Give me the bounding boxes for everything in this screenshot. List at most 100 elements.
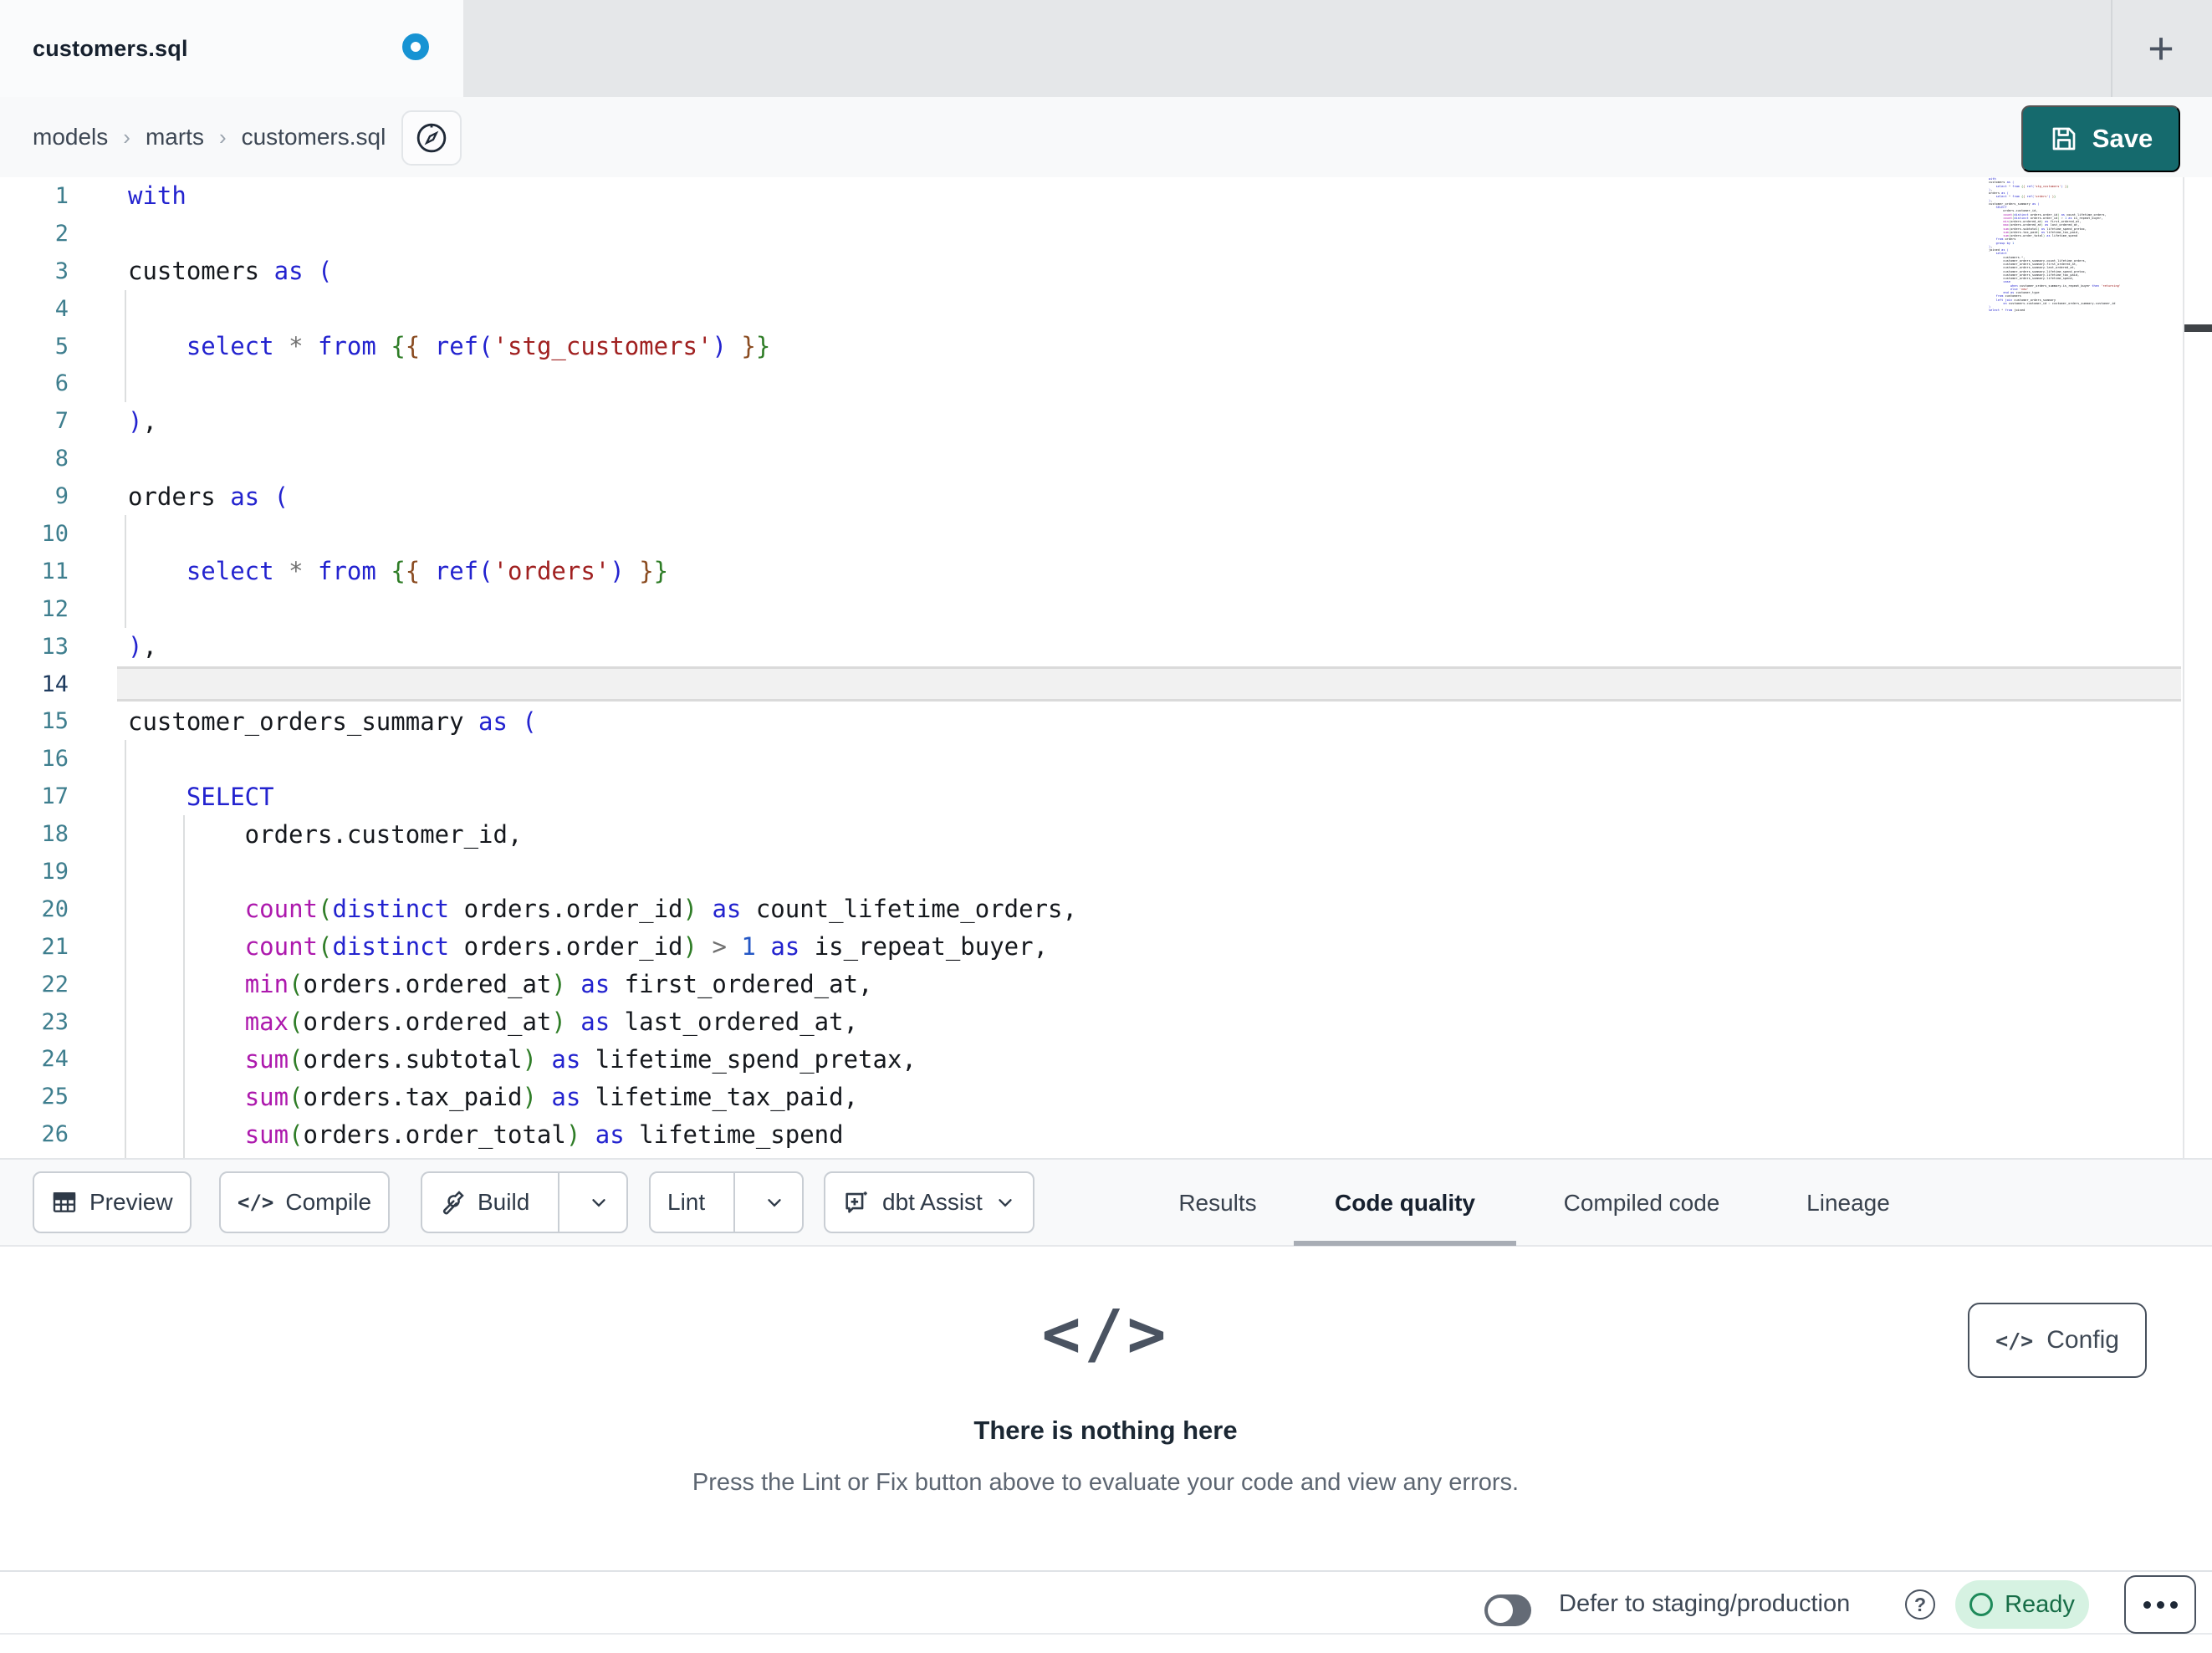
line-number: 23 (41, 1008, 69, 1035)
file-explore-button[interactable] (401, 110, 462, 166)
code-quality-panel: </> There is nothing here Press the Lint… (0, 1247, 2212, 1570)
dot-icon (2143, 1600, 2151, 1609)
code-line[interactable]: 13), (0, 628, 2212, 666)
line-number: 7 (54, 408, 69, 435)
indent-guide (125, 552, 126, 590)
breadcrumb-item-file: customers.sql (241, 124, 386, 150)
defer-toggle[interactable] (1484, 1594, 1531, 1626)
build-dropdown-button[interactable] (571, 1173, 626, 1232)
code-line-content: select * from {{ ref('stg_customers') }} (87, 327, 2212, 365)
code-line[interactable]: 10 (0, 515, 2212, 553)
line-number: 10 (41, 520, 69, 547)
breadcrumb-item-models[interactable]: models (33, 124, 108, 151)
breadcrumb-item-marts[interactable]: marts (146, 124, 204, 151)
wrench-icon (439, 1189, 466, 1216)
code-line[interactable]: 21 count(distinct orders.order_id) > 1 a… (0, 927, 2212, 966)
line-number: 5 (54, 333, 69, 360)
dot-icon (2169, 1600, 2178, 1609)
tab-results[interactable]: Results (1178, 1160, 1256, 1247)
code-line[interactable]: 20 count(distinct orders.order_id) as co… (0, 890, 2212, 928)
compile-button[interactable]: </> Compile (219, 1171, 391, 1233)
code-brackets-icon: </> (1995, 1328, 2034, 1353)
code-line-content (87, 440, 2212, 477)
code-line[interactable]: 11 select * from {{ ref('orders') }} (0, 552, 2212, 590)
chevron-down-icon (588, 1191, 610, 1213)
code-line[interactable]: 3 customers as ( (0, 253, 2212, 290)
chevron-down-icon (994, 1191, 1016, 1213)
line-number: 3 (54, 258, 69, 284)
code-line[interactable]: 17 SELECT (0, 778, 2212, 816)
code-line[interactable]: 2 (0, 215, 2212, 253)
dbt-assist-button[interactable]: dbt Assist (824, 1171, 1034, 1233)
unsaved-changes-dot-icon (402, 33, 429, 60)
code-line-content: SELECT (87, 778, 2212, 816)
code-line[interactable]: 4 (0, 289, 2212, 328)
ready-circle-icon (1969, 1593, 1994, 1616)
table-grid-icon (51, 1189, 78, 1216)
line-number: 14 (41, 671, 69, 697)
lint-dropdown-button[interactable] (747, 1173, 802, 1232)
indent-guide (182, 853, 185, 890)
code-line[interactable]: 12 (0, 589, 2212, 628)
minimap-content: with customers as ( select * from {{ ref(… (1989, 177, 2121, 313)
chevron-down-icon (764, 1191, 785, 1213)
editor-scrollbar-thumb[interactable] (2184, 324, 2212, 332)
code-line[interactable]: 23 max(orders.ordered_at) as last_ordere… (0, 1003, 2212, 1041)
code-line[interactable]: 19 (0, 853, 2212, 890)
indent-guide (125, 815, 126, 854)
indent-guide (125, 1003, 126, 1041)
code-line[interactable]: 16 (0, 740, 2212, 778)
editor-toolbar: Preview </> Compile Build Lint dbt Assis… (0, 1158, 2212, 1247)
code-line-content (87, 515, 2212, 553)
breadcrumb: models › marts › customers.sql (33, 97, 386, 177)
code-line-content (87, 666, 2212, 703)
code-line-content: sum(orders.subtotal) as lifetime_spend_p… (87, 1040, 2212, 1079)
tab-bar-divider (2111, 0, 2112, 97)
code-line[interactable]: 9 orders as ( (0, 477, 2212, 515)
tab-lineage[interactable]: Lineage (1806, 1160, 1890, 1247)
build-button-label: Build (478, 1189, 530, 1215)
line-number: 1 (54, 182, 69, 209)
code-line[interactable]: 1 with (0, 177, 2212, 215)
editor-minimap[interactable]: with customers as ( select * from {{ ref(… (1989, 177, 2179, 376)
indent-guide (125, 965, 126, 1003)
line-number: 8 (54, 446, 69, 472)
new-tab-button[interactable]: + (2131, 18, 2191, 79)
code-lines: 1 with 2 3 customers as (4 5 select * from {{… (0, 177, 2212, 1158)
code-line-content: orders as ( (128, 482, 289, 511)
code-line[interactable]: 24 sum(orders.subtotal) as lifetime_spen… (0, 1040, 2212, 1079)
help-icon[interactable]: ? (1905, 1589, 1935, 1620)
more-options-button[interactable] (2124, 1575, 2196, 1634)
code-line[interactable]: 25 sum(orders.tax_paid) as lifetime_tax_… (0, 1078, 2212, 1116)
status-bar: Defer to staging/production ? Ready (0, 1570, 2212, 1635)
empty-state: </> There is nothing here Press the Lint… (520, 1297, 1691, 1497)
code-line[interactable]: 22 min(orders.ordered_at) as first_order… (0, 965, 2212, 1003)
code-line[interactable]: 7), (0, 402, 2212, 440)
build-button[interactable]: Build (422, 1173, 546, 1232)
code-line[interactable]: 5 select * from {{ ref('stg_customers') … (0, 327, 2212, 365)
code-line[interactable]: 15 customer_orders_summary as ( (0, 702, 2212, 740)
code-line-content: ), (128, 632, 157, 661)
code-line-content (87, 365, 2212, 403)
preview-button[interactable]: Preview (33, 1171, 192, 1233)
lint-button[interactable]: Lint (651, 1173, 722, 1232)
indent-guide (125, 927, 126, 966)
indent-guide (125, 740, 126, 778)
code-line[interactable]: 26 sum(orders.order_total) as lifetime_s… (0, 1115, 2212, 1154)
code-line[interactable]: 14 (0, 666, 2212, 703)
tab-code-quality[interactable]: Code quality (1335, 1160, 1475, 1247)
code-line[interactable]: 18 orders.customer_id, (0, 815, 2212, 854)
code-line[interactable]: 8 (0, 440, 2212, 477)
code-line-content: count(distinct orders.order_id) > 1 as i… (87, 927, 2212, 966)
indent-guide (125, 1078, 126, 1116)
config-button[interactable]: </> Config (1968, 1303, 2147, 1378)
code-line-content: orders.customer_id, (87, 815, 2212, 854)
tab-compiled-code[interactable]: Compiled code (1564, 1160, 1720, 1247)
save-button-label: Save (2092, 124, 2153, 153)
code-line[interactable]: 6 (0, 365, 2212, 403)
file-tab-customers-sql[interactable]: customers.sql (0, 0, 463, 97)
code-editor[interactable]: 1 with 2 3 customers as (4 5 select * from {{… (0, 177, 2212, 1158)
code-line-content: customers as ( (128, 257, 333, 286)
indent-guide (125, 327, 126, 365)
save-button[interactable]: Save (2021, 105, 2180, 172)
